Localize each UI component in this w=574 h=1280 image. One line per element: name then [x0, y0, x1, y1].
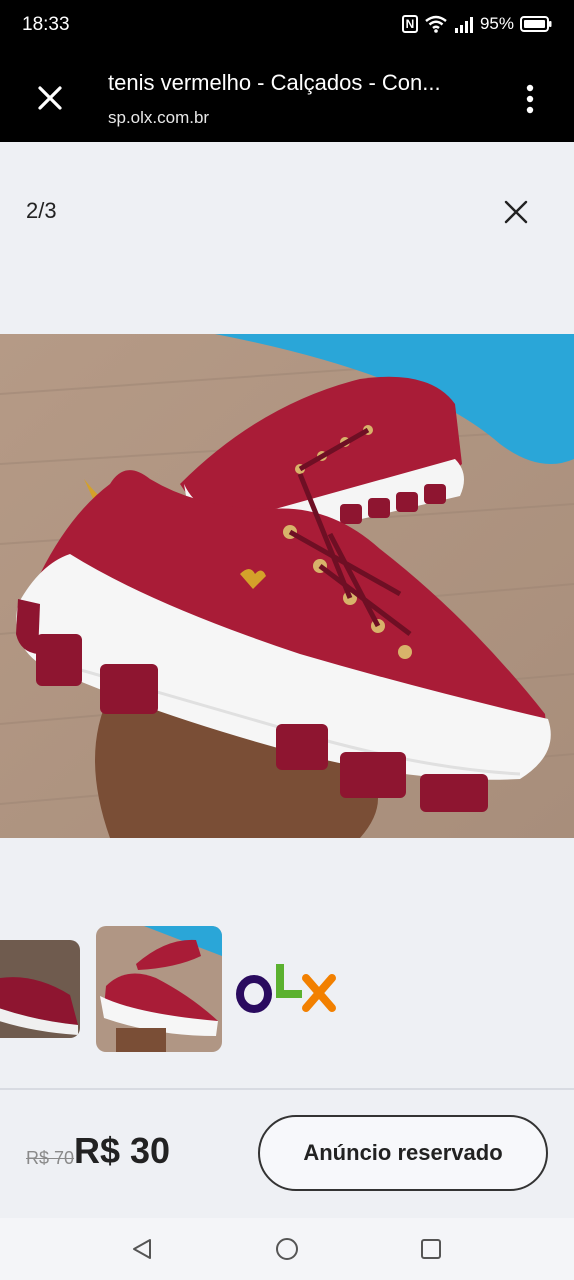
reserved-button[interactable]: Anúncio reservado	[258, 1115, 548, 1191]
battery-icon	[520, 16, 552, 32]
thumbnail-1[interactable]	[0, 940, 80, 1038]
recents-icon[interactable]	[420, 1238, 442, 1260]
nfc-icon: N	[401, 15, 418, 33]
status-bar: 18:33 N 95%	[0, 0, 574, 52]
shoe-image	[0, 334, 574, 838]
battery-percent: 95%	[479, 14, 514, 33]
old-price: R$ 70	[26, 1148, 75, 1168]
system-nav-bar	[0, 1218, 574, 1280]
browser-top-bar: tenis vermelho - Calçados - Con... sp.ol…	[0, 52, 574, 142]
gallery-close-icon[interactable]	[504, 200, 528, 224]
signal-icon	[454, 17, 473, 33]
thumbnail-2[interactable]	[96, 926, 222, 1052]
thumbnail-1-image	[0, 940, 80, 1038]
product-photo[interactable]	[0, 334, 574, 838]
page-url: sp.olx.com.br	[108, 108, 210, 127]
olx-logo	[236, 964, 336, 1013]
more-vert-icon[interactable]	[526, 84, 534, 114]
reserved-button-label: Anúncio reservado	[303, 1140, 503, 1165]
page-title: tenis vermelho - Calçados - Con...	[108, 70, 441, 95]
current-price: R$ 30	[74, 1130, 171, 1171]
status-time: 18:33	[22, 14, 70, 35]
close-icon[interactable]	[36, 84, 64, 112]
home-icon[interactable]	[275, 1237, 299, 1261]
gallery-counter: 2/3	[26, 198, 57, 223]
wifi-icon	[425, 15, 447, 33]
status-icons: N 95%	[401, 14, 552, 34]
thumbnail-2-image	[96, 926, 222, 1052]
divider	[0, 1088, 574, 1090]
back-icon[interactable]	[130, 1237, 154, 1261]
